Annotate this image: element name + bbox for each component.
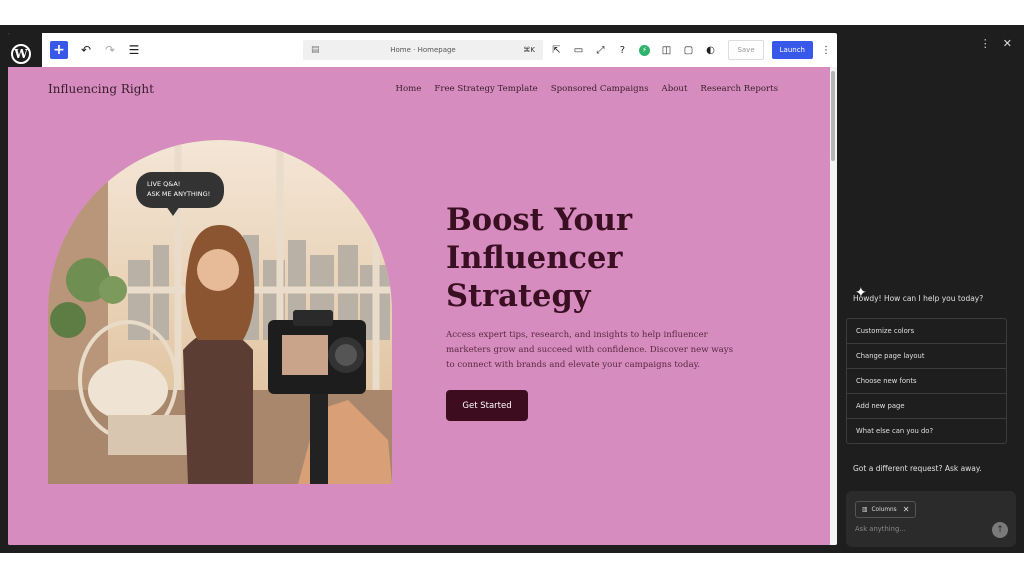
expand-icon: ⤢ xyxy=(596,44,605,56)
nav-item-home[interactable]: Home xyxy=(395,84,421,94)
launch-button[interactable]: Launch xyxy=(771,41,813,59)
comments-button[interactable]: ▢ xyxy=(678,40,698,60)
editor-right-tools: ⇱ ▭ ⤢ ? ⚡ ◫ ▢ ◐ Save Launch ⋮ xyxy=(544,40,831,60)
headline-line-3: Strategy xyxy=(446,278,591,314)
contrast-icon: ◐ xyxy=(706,44,715,56)
nav-item-about[interactable]: About xyxy=(662,84,688,94)
different-request-text: Got a different request? Ask away. xyxy=(853,464,982,473)
site-navigation: Home Free Strategy Template Sponsored Ca… xyxy=(382,84,778,94)
undo-button[interactable]: ↶ xyxy=(76,40,96,60)
app-frame: W + ↶ ↷ ☰ ▤ Home · Homepage ⌘K ⇱ ▭ ⤢ ? ⚡… xyxy=(0,25,1024,553)
close-icon[interactable]: ✕ xyxy=(1003,37,1012,50)
send-button[interactable]: ↑ xyxy=(992,522,1008,538)
hero-description[interactable]: Access expert tips, research, and insigh… xyxy=(446,328,741,373)
question-icon: ? xyxy=(619,44,626,56)
columns-icon: ▥ xyxy=(862,506,868,513)
hero-image[interactable]: LIVE Q&A! ASK ME ANYTHING! xyxy=(48,140,392,484)
view-site-button[interactable]: ⇱ xyxy=(546,40,566,60)
settings-sidebar-button[interactable]: ◫ xyxy=(656,40,676,60)
headline-line-1: Boost Your xyxy=(446,202,633,238)
hero-headline[interactable]: Boost Your Influencer Strategy xyxy=(446,201,706,315)
suggestion-choose-new-fonts[interactable]: Choose new fonts xyxy=(846,368,1007,394)
assistant-greeting: Howdy! How can I help you today? xyxy=(853,294,984,303)
suggestion-change-page-layout[interactable]: Change page layout xyxy=(846,343,1007,369)
command-palette-bar[interactable]: ▤ Home · Homepage ⌘K xyxy=(303,40,543,60)
assistant-composer: ▥ Columns ✕ Ask anything... ↑ xyxy=(846,491,1016,547)
site-title[interactable]: Influencing Right xyxy=(48,82,154,96)
list-view-icon: ☰ xyxy=(128,43,140,57)
bubble-tail xyxy=(166,206,180,216)
jetpack-button[interactable]: ⚡ xyxy=(634,40,654,60)
save-button[interactable]: Save xyxy=(728,40,764,60)
headline-line-2: Influencer xyxy=(446,240,623,276)
plus-icon: + xyxy=(53,42,65,58)
nav-item-free-strategy-template[interactable]: Free Strategy Template xyxy=(434,84,537,94)
nav-item-research-reports[interactable]: Research Reports xyxy=(700,84,778,94)
document-title: Home · Homepage xyxy=(390,46,456,54)
context-chip[interactable]: ▥ Columns ✕ xyxy=(855,501,917,518)
page-layout-icon: ▤ xyxy=(311,45,320,55)
ask-input[interactable]: Ask anything... xyxy=(855,525,906,533)
suggestion-add-new-page[interactable]: Add new page xyxy=(846,393,1007,419)
canvas-scrollbar-thumb[interactable] xyxy=(831,71,835,161)
assistant-panel-controls: ⋮ ✕ xyxy=(968,37,1012,50)
page-canvas[interactable]: Influencing Right Home Free Strategy Tem… xyxy=(8,67,830,545)
document-overview-button[interactable]: ☰ xyxy=(124,40,144,60)
get-started-button[interactable]: Get Started xyxy=(446,390,528,421)
jetpack-icon: ⚡ xyxy=(638,44,650,56)
suggestion-what-else[interactable]: What else can you do? xyxy=(846,418,1007,444)
desktop-icon: ▭ xyxy=(573,44,584,56)
nav-item-sponsored-campaigns[interactable]: Sponsored Campaigns xyxy=(551,84,649,94)
arrow-up-icon: ↑ xyxy=(996,525,1004,535)
redo-icon: ↷ xyxy=(104,43,116,57)
redo-button[interactable]: ↷ xyxy=(100,40,120,60)
site-editor: W + ↶ ↷ ☰ ▤ Home · Homepage ⌘K ⇱ ▭ ⤢ ? ⚡… xyxy=(8,33,837,545)
more-options-icon[interactable]: ⋮ xyxy=(821,45,831,56)
remove-chip-icon[interactable]: ✕ xyxy=(903,505,910,514)
undo-icon: ↶ xyxy=(80,43,92,57)
device-preview-button[interactable]: ▭ xyxy=(568,40,588,60)
wordpress-icon: W xyxy=(11,44,31,64)
sidebar-icon: ◫ xyxy=(661,44,672,56)
suggestion-customize-colors[interactable]: Customize colors xyxy=(846,318,1007,344)
shortcut-hint: ⌘K xyxy=(523,46,535,54)
external-link-icon: ⇱ xyxy=(552,44,561,56)
chip-label: Columns xyxy=(871,506,897,513)
suggestion-list: Customize colors Change page layout Choo… xyxy=(846,318,1007,444)
styles-button[interactable]: ◐ xyxy=(700,40,720,60)
bubble-line-1: LIVE Q&A! xyxy=(147,180,181,188)
assistant-more-icon[interactable]: ⋮ xyxy=(980,37,991,50)
fullscreen-button[interactable]: ⤢ xyxy=(590,40,610,60)
add-block-button[interactable]: + xyxy=(50,41,68,59)
comment-icon: ▢ xyxy=(683,44,694,56)
bubble-line-2: ASK ME ANYTHING! xyxy=(147,190,211,198)
help-button[interactable]: ? xyxy=(612,40,632,60)
live-qa-bubble: LIVE Q&A! ASK ME ANYTHING! xyxy=(136,172,224,208)
